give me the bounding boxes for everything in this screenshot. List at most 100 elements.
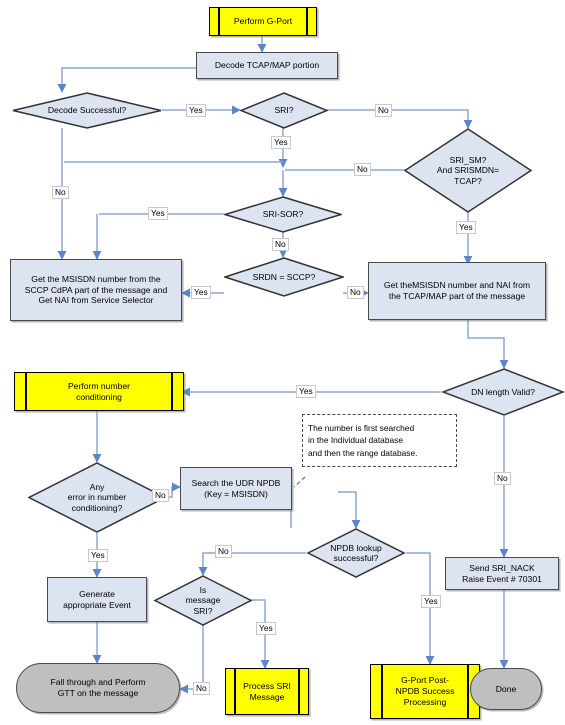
node-label-line3: SRI?	[193, 605, 213, 616]
edge-label-sri-sm-yes: Yes	[456, 221, 476, 234]
node-label-line1: Process SRI	[243, 680, 291, 691]
node-label-line2: appropriate Event	[63, 599, 131, 610]
node-label-line1: SRI_SM?	[449, 154, 487, 165]
node-get-msisdn-sccp[interactable]: Get the MSISDN number from the SCCP CdPA…	[10, 259, 182, 321]
flowchart-canvas: Perform G-Port Decode TCAP/MAP portion D…	[0, 0, 565, 725]
node-label-line2: conditioning	[76, 391, 122, 402]
node-label: Process SRI Message	[226, 669, 308, 714]
note-line3: and then the range database.	[308, 447, 418, 458]
node-label-line2: NPDB Success	[395, 686, 455, 696]
node-label: DN length Valid?	[471, 386, 535, 397]
predefined-bar-right	[467, 665, 469, 718]
node-decode-tcap-map[interactable]: Decode TCAP/MAP portion	[196, 52, 338, 79]
node-process-sri-message[interactable]: Process SRI Message	[225, 668, 309, 715]
predefined-bar-right	[298, 669, 300, 714]
edge-label-npdb-yes: Yes	[421, 595, 441, 608]
edge-label-dn-length-yes: Yes	[296, 385, 316, 398]
node-perform-number-conditioning[interactable]: Perform number conditioning	[14, 372, 184, 411]
node-label-line1: NPDB lookup	[330, 542, 382, 553]
node-label: SRI_SM? And SRISMDN= TCAP?	[404, 128, 532, 213]
node-label: Get the MSISDN number from the SCCP CdPA…	[21, 274, 172, 306]
edge-label-srdn-no: No	[347, 286, 364, 299]
predefined-bar-right	[306, 8, 308, 35]
node-label-line1: Perform number	[67, 380, 131, 391]
node-label: Done	[495, 683, 517, 694]
node-label: SRI-SOR?	[262, 209, 304, 220]
edge-label-dn-length-no: No	[494, 472, 511, 485]
node-decode-successful[interactable]: Decode Successful?	[12, 92, 162, 129]
node-label: Perform number conditioning	[15, 373, 183, 410]
node-label-line1: Generate	[79, 588, 115, 599]
node-label-line2: successful?	[333, 553, 379, 563]
note-line2: in the Individual database	[308, 435, 403, 446]
edge-label-is-sri-yes: Yes	[256, 622, 276, 635]
node-label: SRDN = SCCP?	[252, 271, 316, 282]
node-sri-sor[interactable]: SRI-SOR?	[224, 196, 342, 233]
node-label-line3: conditioning?	[71, 502, 123, 513]
predefined-bar-left	[381, 665, 383, 718]
node-label-line1: G-Port Post-	[401, 675, 449, 685]
edge-label-sri-sor-no: No	[272, 238, 289, 251]
node-label-line1: Search the UDR NPDB	[191, 477, 281, 488]
node-label: Search the UDR NPDB (Key = MSISDN)	[188, 478, 285, 499]
edge-label-srdn-yes: Yes	[191, 286, 211, 299]
edge-label-sri-sor-yes: Yes	[148, 207, 168, 220]
node-label-line2: message	[185, 595, 221, 606]
node-label: Is message SRI?	[153, 575, 253, 626]
node-any-error-in-number-conditioning[interactable]: Any error in number conditioning?	[28, 462, 166, 533]
node-send-sri-nack[interactable]: Send SRI_NACK Raise Event # 70301	[445, 557, 559, 590]
node-label-line1: Fall through and Perform	[50, 677, 146, 688]
node-label-line2: (Key = MSISDN)	[204, 488, 268, 499]
edge-label-sri-no: No	[375, 104, 392, 117]
node-get-msisdn-tcap[interactable]: Get theMSISDN number and NAI from the TC…	[368, 262, 546, 320]
node-perform-g-port[interactable]: Perform G-Port	[209, 7, 317, 36]
node-label-line3: Processing	[403, 697, 447, 707]
node-label-line1: Is	[199, 584, 207, 595]
node-label: Decode TCAP/MAP portion	[214, 60, 320, 71]
note-number-search-order: The number is first searched in the Indi…	[302, 414, 457, 467]
node-label: Decode Successful?	[47, 105, 127, 116]
edge-label-sri-sm-no: No	[354, 163, 371, 176]
node-label: Generate appropriate Event	[59, 589, 135, 610]
edge-label-npdb-no: No	[215, 545, 232, 558]
edge-label-any-error-yes: Yes	[88, 549, 108, 562]
node-label-line2: SCCP CdPA part of the message and	[24, 284, 168, 295]
node-label-line2: Raise Event # 70301	[462, 573, 542, 584]
predefined-bar-left	[218, 8, 220, 35]
node-srdn-equals-sccp[interactable]: SRDN = SCCP?	[224, 257, 344, 297]
node-label-line2: the TCAP/MAP part of the message	[388, 291, 526, 301]
node-done[interactable]: Done	[470, 668, 542, 710]
predefined-bar-right	[171, 373, 173, 410]
node-sri[interactable]: SRI?	[240, 92, 328, 129]
node-sri-sm-srismdn-tcap[interactable]: SRI_SM? And SRISMDN= TCAP?	[404, 128, 532, 213]
node-fall-through-gtt[interactable]: Fall through and Perform GTT on the mess…	[16, 663, 180, 713]
node-label: Perform G-Port	[233, 16, 293, 26]
predefined-bar-left	[234, 669, 236, 714]
node-label: Get theMSISDN number and NAI from the TC…	[380, 280, 534, 301]
node-dn-length-valid[interactable]: DN length Valid?	[441, 368, 565, 416]
node-label: G-Port Post- NPDB Success Processing	[371, 665, 479, 718]
node-generate-appropriate-event[interactable]: Generate appropriate Event	[47, 577, 147, 622]
node-label-line3: Get NAI from Service Selector	[38, 295, 154, 306]
edge-label-is-sri-no: No	[193, 682, 210, 695]
edge-label-decode-successful-yes: Yes	[186, 104, 206, 117]
edge-label-sri-yes: Yes	[271, 136, 291, 149]
note-line1: The number is first searched	[308, 423, 415, 434]
edge-label-any-error-no: No	[152, 489, 169, 502]
edge-label-decode-successful-no: No	[52, 186, 69, 199]
predefined-bar-left	[25, 373, 27, 410]
node-label-line2: GTT on the message	[57, 688, 139, 698]
node-label-line2: And SRISMDN=	[436, 165, 500, 176]
node-search-udr-npdb[interactable]: Search the UDR NPDB (Key = MSISDN)	[180, 467, 292, 510]
node-npdb-lookup-successful[interactable]: NPDB lookup successful?	[306, 528, 406, 578]
node-label: NPDB lookup successful?	[306, 528, 406, 578]
node-label-line1: Get theMSISDN number and NAI from	[383, 280, 531, 291]
note-label: The number is first searched in the Indi…	[303, 420, 422, 461]
node-is-message-sri[interactable]: Is message SRI?	[153, 575, 253, 626]
node-label-line2: error in number	[67, 492, 127, 503]
node-g-port-post-npdb-success[interactable]: G-Port Post- NPDB Success Processing	[370, 664, 480, 719]
node-label: Fall through and Perform GTT on the mess…	[44, 677, 151, 698]
node-label-line1: Send SRI_NACK	[469, 562, 535, 573]
node-label-line1: Get the MSISDN number from the	[31, 274, 161, 285]
node-label: SRI?	[274, 105, 294, 116]
